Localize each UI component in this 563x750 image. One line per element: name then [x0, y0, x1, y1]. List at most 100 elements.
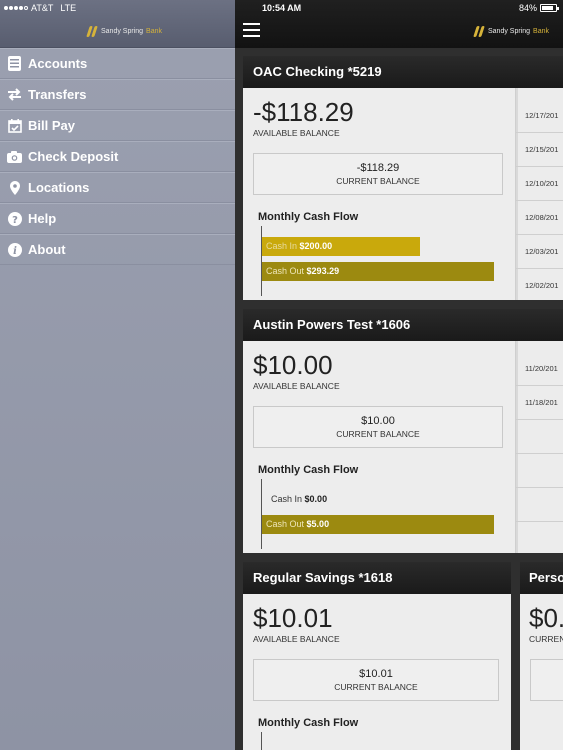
- cash-out-label: Cash Out: [266, 266, 305, 276]
- accounts-icon: [7, 56, 22, 71]
- sidebar-item-label: Locations: [28, 180, 90, 195]
- cash-flow-axis: [261, 479, 262, 549]
- calendar-check-icon: [7, 118, 22, 133]
- cash-in-bar: Cash In $200.00: [262, 237, 420, 256]
- sidebar: Sandy Spring Bank Accounts Transfers Bil…: [0, 0, 235, 750]
- cash-in-label: Cash In: [266, 241, 298, 251]
- brand-suffix: Bank: [533, 28, 549, 35]
- brand-logo: Sandy Spring Bank: [473, 26, 549, 37]
- available-balance-value: -$118.29: [253, 97, 354, 127]
- status-bar: AT&T LTE 10:54 AM 84%: [0, 0, 563, 16]
- transaction-row[interactable]: [516, 419, 563, 453]
- transaction-list: 12/17/201 12/15/201 12/10/201 12/08/201 …: [515, 88, 563, 300]
- sidebar-item-label: Check Deposit: [28, 149, 119, 164]
- current-balance-value: $10.01: [359, 668, 393, 680]
- cash-out-value: $5.00: [306, 519, 330, 529]
- sidebar-item-bill-pay[interactable]: Bill Pay: [0, 110, 235, 141]
- current-balance-label: CURREN: [529, 634, 563, 644]
- current-balance-label: CURRENT BALANCE: [334, 682, 418, 692]
- available-balance-value: $0.: [529, 603, 563, 633]
- sidebar-item-check-deposit[interactable]: Check Deposit: [0, 141, 235, 172]
- transaction-row[interactable]: 12/03/201: [516, 234, 563, 268]
- sidebar-item-help[interactable]: ? Help: [0, 203, 235, 234]
- carrier-label: AT&T: [31, 3, 54, 13]
- account-card[interactable]: OAC Checking *5219 -$118.29 AVAILABLE BA…: [243, 56, 563, 300]
- brand-suffix: Bank: [146, 28, 162, 35]
- transaction-row[interactable]: 12/17/201: [516, 98, 563, 132]
- account-summary: $10.01 AVAILABLE BALANCE $10.01 CURRENT …: [243, 594, 511, 750]
- available-balance-label: AVAILABLE BALANCE: [253, 381, 340, 391]
- signal-strength-icon: [4, 6, 28, 10]
- account-summary: -$118.29 AVAILABLE BALANCE -$118.29 CURR…: [243, 88, 515, 300]
- cash-out-label: Cash Out: [266, 519, 305, 529]
- transaction-row[interactable]: 12/15/201: [516, 132, 563, 166]
- map-pin-icon: [7, 180, 22, 195]
- transaction-row[interactable]: 12/08/201: [516, 200, 563, 234]
- sidebar-item-about[interactable]: i About: [0, 234, 235, 265]
- sidebar-item-label: Help: [28, 211, 57, 226]
- svg-text:?: ?: [12, 215, 18, 226]
- account-summary: $0. CURREN: [520, 594, 563, 750]
- transaction-row[interactable]: 11/20/201: [516, 351, 563, 385]
- sidebar-item-accounts[interactable]: Accounts: [0, 48, 235, 79]
- svg-text:i: i: [13, 246, 17, 257]
- available-balance-value: $10.00: [253, 350, 333, 380]
- battery-percent: 84%: [518, 3, 537, 13]
- sidebar-item-transfers[interactable]: Transfers: [0, 79, 235, 110]
- account-summary: $10.00 AVAILABLE BALANCE $10.00 CURRENT …: [243, 341, 515, 553]
- sidebar-item-label: Transfers: [28, 87, 87, 102]
- current-balance-box: [530, 659, 563, 701]
- brand-mark-icon: [473, 26, 485, 37]
- current-balance-label: CURRENT BALANCE: [336, 429, 420, 439]
- sidebar-item-label: Accounts: [28, 56, 88, 71]
- account-title: Perso: [520, 562, 563, 594]
- menu-icon[interactable]: [243, 23, 260, 37]
- clock: 10:54 AM: [262, 3, 302, 13]
- account-title: Austin Powers Test *1606: [243, 309, 563, 341]
- current-balance-box: $10.01 CURRENT BALANCE: [253, 659, 499, 701]
- cash-out-value: $293.29: [306, 266, 340, 276]
- question-icon: ?: [7, 211, 22, 226]
- available-balance-label: AVAILABLE BALANCE: [253, 128, 340, 138]
- monthly-cash-flow-title: Monthly Cash Flow: [258, 464, 359, 476]
- cash-flow-axis: [261, 732, 262, 750]
- available-balance-label: AVAILABLE BALANCE: [253, 634, 340, 644]
- sidebar-item-label: About: [28, 242, 66, 257]
- cash-out-bar: Cash Out $293.29: [262, 262, 494, 281]
- sidebar-item-locations[interactable]: Locations: [0, 172, 235, 203]
- account-title: OAC Checking *5219: [243, 56, 563, 88]
- brand-name: Sandy Spring: [101, 28, 144, 35]
- transfer-arrows-icon: [7, 87, 22, 102]
- transaction-row[interactable]: [516, 487, 563, 521]
- account-card[interactable]: Regular Savings *1618 $10.01 AVAILABLE B…: [243, 562, 511, 750]
- cash-in-value: $0.00: [304, 494, 328, 504]
- transaction-row[interactable]: 12/10/201: [516, 166, 563, 200]
- transaction-row[interactable]: [516, 521, 563, 553]
- current-balance-box: $10.00 CURRENT BALANCE: [253, 406, 503, 448]
- available-balance-value: $10.01: [253, 603, 333, 633]
- transaction-row[interactable]: 12/02/201: [516, 268, 563, 300]
- current-balance-label: CURRENT BALANCE: [336, 176, 420, 186]
- main-panel: Sandy Spring Bank OAC Checking *5219 -$1…: [235, 0, 563, 750]
- cash-in-label: Cash In: [271, 494, 303, 504]
- account-card[interactable]: Perso $0. CURREN: [520, 562, 563, 750]
- brand-mark-icon: [86, 26, 98, 37]
- camera-icon: [7, 149, 22, 164]
- current-balance-value: $10.00: [361, 415, 395, 427]
- account-title: Regular Savings *1618: [243, 562, 511, 594]
- transaction-row[interactable]: [516, 453, 563, 487]
- cash-in-value: $200.00: [299, 241, 333, 251]
- account-card[interactable]: Austin Powers Test *1606 $10.00 AVAILABL…: [243, 309, 563, 553]
- cash-in-bar: Cash In $0.00: [267, 490, 331, 509]
- monthly-cash-flow-title: Monthly Cash Flow: [258, 211, 359, 223]
- info-icon: i: [7, 242, 22, 257]
- monthly-cash-flow-title: Monthly Cash Flow: [258, 717, 359, 729]
- network-label: LTE: [60, 3, 77, 13]
- cash-out-bar: Cash Out $5.00: [262, 515, 494, 534]
- battery-icon: [540, 4, 559, 12]
- transaction-list: 11/20/201 11/18/201: [515, 341, 563, 553]
- current-balance-box: -$118.29 CURRENT BALANCE: [253, 153, 503, 195]
- brand-name: Sandy Spring: [488, 28, 531, 35]
- transaction-row[interactable]: 11/18/201: [516, 385, 563, 419]
- current-balance-value: -$118.29: [356, 162, 400, 174]
